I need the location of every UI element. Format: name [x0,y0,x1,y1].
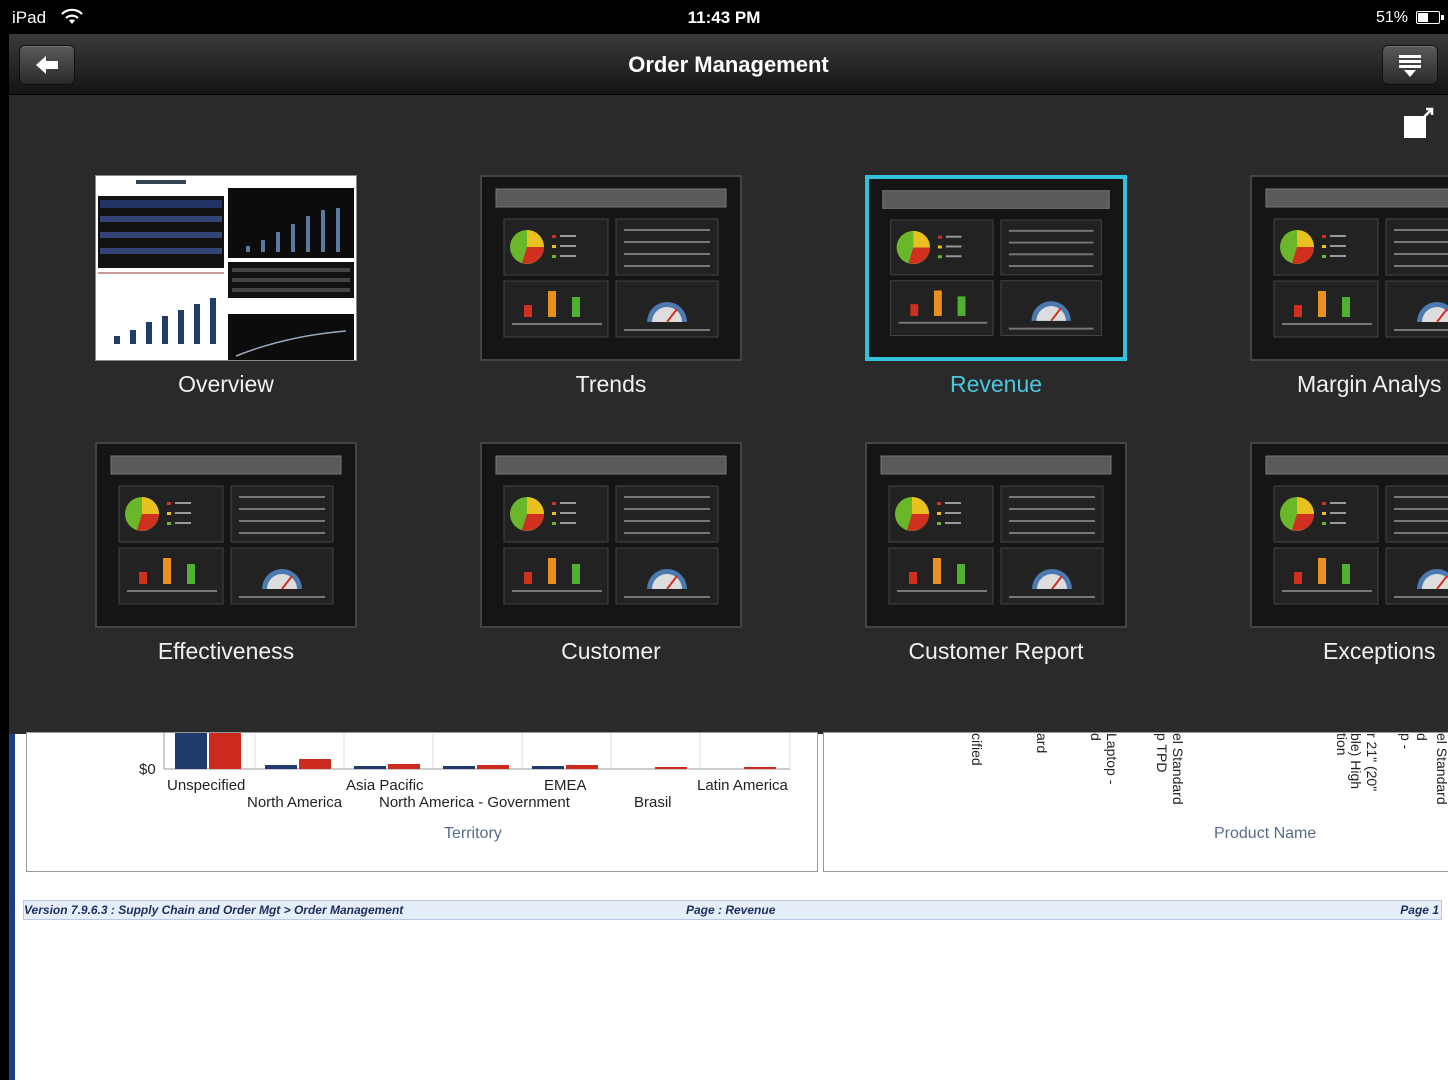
expand-icon[interactable] [1402,107,1436,141]
product-label: Laptop - [1104,733,1120,785]
territory-bar [175,733,207,769]
y-tick-zero: $0 [139,761,156,778]
category-label: Latin America [697,777,788,794]
dashboard-thumbnail [1250,442,1448,628]
footer-version: Version 7.9.6.3 : Supply Chain and Order… [24,903,404,917]
dashboard-thumbnail [95,442,357,628]
territory-bar [477,765,509,769]
report-canvas: $0 Unspecified Asia Pacific EMEA Latin A… [15,732,1448,1080]
product-label: ard [1034,733,1050,754]
battery-icon [1416,11,1444,24]
product-label: r 21" (20" [1364,733,1380,792]
page-tile-label: Revenue [949,371,1043,397]
page-tile-label: Effectiveness [157,638,295,664]
x-axis-title: Product Name [1214,825,1317,842]
category-label: EMEA [544,777,587,794]
page-tile-overview[interactable]: Overview [95,175,357,398]
footer-page-name: Page : Revenue [686,903,776,917]
left-edge [0,34,9,1080]
page-tile-customer[interactable]: Customer [480,442,742,665]
category-label: Brasil [634,794,672,811]
clock: 11:43 PM [687,8,761,27]
territory-bar [354,766,386,769]
page-tile-customer-report[interactable]: Customer Report [865,442,1127,665]
territory-bar [388,764,420,769]
category-label: North America [247,794,343,811]
category-label: North America - Government [379,794,570,811]
territory-bar [209,733,241,769]
product-label: ble) High [1348,733,1364,790]
product-label: d [1088,733,1104,741]
nav-bar: Order Management [9,34,1448,95]
territory-bar [532,766,564,769]
status-bar: iPad 11:43 PM 51% [0,0,1448,34]
territory-bar [443,766,475,769]
product-label: tion [1334,733,1350,756]
page-tile-label: Customer Report [908,638,1084,664]
product-label: el Standard [1170,733,1186,805]
page-selector-overlay: Overview Trends Revenue Margin Analys Ef… [9,95,1448,734]
territory-bar [265,765,297,769]
page-tile-label: Trends [575,371,647,397]
product-chart-panel: cified ard d Laptop - p TPD el Standard … [823,732,1448,872]
dashboard-thumbnail [865,442,1127,628]
page-tile-label: Margin Analys [1297,371,1442,397]
product-label: el Standard [1434,733,1448,805]
page-tile-label: Overview [178,371,274,397]
territory-bar [744,767,776,769]
page-tile-effectiveness[interactable]: Effectiveness [95,442,357,665]
territory-chart-panel: $0 Unspecified Asia Pacific EMEA Latin A… [26,732,818,872]
page-tile-label: Exceptions [1323,638,1436,664]
page-tile-trends[interactable]: Trends [480,175,742,398]
territory-bar [655,767,687,769]
dashboard-thumbnail [1250,175,1448,361]
page-menu-icon [1399,55,1421,77]
dashboard-thumbnail [865,175,1127,361]
dashboard-thumbnail [480,442,742,628]
dashboard-thumbnail [480,175,742,361]
category-label: Unspecified [167,777,246,794]
product-label: p TPD [1154,733,1170,773]
page-tile-revenue[interactable]: Revenue [865,175,1127,398]
category-label: Asia Pacific [346,777,424,794]
product-label: d [1414,733,1430,741]
page-title: Order Management [628,52,829,77]
page-tile-margin-analysis[interactable]: Margin Analys [1250,175,1448,398]
report-footer: Version 7.9.6.3 : Supply Chain and Order… [23,900,1442,920]
footer-page-number: Page 1 [1400,903,1439,917]
territory-bar [299,759,331,769]
page-tile-label: Customer [561,638,661,664]
page-menu-button[interactable] [1382,45,1438,85]
page-tile-exceptions[interactable]: Exceptions [1250,442,1448,665]
product-label: cified [969,733,985,766]
overview-thumbnail [95,175,357,361]
battery-percent: 51% [1375,9,1408,26]
x-axis-title: Territory [444,825,502,842]
product-label: p - [1398,733,1414,750]
territory-bar [566,765,598,769]
